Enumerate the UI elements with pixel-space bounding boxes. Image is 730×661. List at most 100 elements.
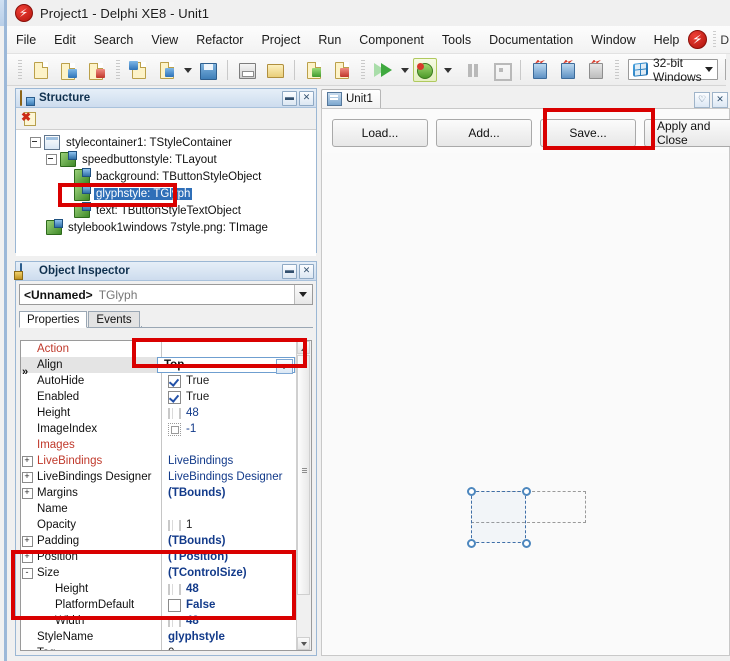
add-to-project-icon[interactable] [302,58,326,82]
property-value[interactable]: True [162,390,297,404]
apply-and-close-button[interactable]: Apply and Close [644,119,730,147]
menu-item-project[interactable]: Project [252,29,309,51]
property-grid[interactable]: Action » Align Top AutoHide True Enabled… [20,340,312,651]
property-row-size[interactable]: - Size (TControlSize) [21,565,297,581]
tree-node-background[interactable]: background: TButtonStyleObject [16,168,316,185]
property-row-margins[interactable]: + Margins (TBounds) [21,485,297,501]
property-row-align[interactable]: » Align Top [21,357,297,378]
menu-item-file[interactable]: File [7,29,45,51]
remove-from-project-icon[interactable] [330,58,354,82]
checkbox-icon[interactable] [168,390,181,404]
load-button[interactable]: Load... [332,119,428,147]
property-row-livebindings-designer[interactable]: + LiveBindings Designer LiveBindings Des… [21,469,297,485]
run-dropdown-caret-icon[interactable] [399,59,410,81]
menu-item-help[interactable]: Help [645,29,689,51]
property-row-opacity[interactable]: Opacity 1 [21,517,297,533]
property-row-enabled[interactable]: Enabled True [21,389,297,405]
menu-item-documentation[interactable]: Documentation [480,29,582,51]
property-value[interactable]: (TBounds) [162,535,297,547]
property-row-position[interactable]: + Position (TPosition) [21,549,297,565]
open-icon[interactable] [155,58,179,82]
close-button[interactable]: ✕ [299,263,314,279]
property-value[interactable]: 48 [162,583,297,595]
delete-node-icon[interactable]: ✖ [21,111,36,126]
property-row-images[interactable]: Images [21,437,297,453]
property-row-padding[interactable]: + Padding (TBounds) [21,533,297,549]
tree-expander-icon[interactable] [46,154,57,165]
column-divider[interactable] [161,501,162,517]
toolbar-grip[interactable] [361,59,365,80]
run-to-cursor-icon[interactable] [584,58,608,82]
menu-item-edit[interactable]: Edit [45,29,85,51]
resize-handle-top-left[interactable] [467,487,476,496]
step-over-icon[interactable] [556,58,580,82]
property-row-tag[interactable]: Tag 0 [21,645,297,650]
run-mode-dropdown-icon[interactable] [441,58,457,82]
toolbar-grip[interactable] [116,59,120,80]
resize-handle-top-right[interactable] [522,487,531,496]
close-button[interactable]: ✕ [299,90,314,106]
property-value[interactable]: 0 [162,647,297,650]
property-row-livebindings[interactable]: + LiveBindings LiveBindings [21,453,297,469]
property-value[interactable]: True [162,374,297,388]
embarcadero-logo-icon[interactable] [688,30,708,49]
checkbox-icon[interactable] [168,374,181,388]
pin-button[interactable]: ▬ [282,263,297,279]
run-icon[interactable] [372,58,396,82]
menu-item-window[interactable]: Window [582,29,644,51]
menu-item-tools[interactable]: Tools [433,29,480,51]
tree-node-stylebook-image[interactable]: stylebook1windows 7style.png: TImage [16,219,316,236]
property-row-autohide[interactable]: AutoHide True [21,373,297,389]
save-all-icon[interactable] [235,58,259,82]
new-item-icon[interactable] [127,58,151,82]
tree-expander-icon[interactable] [30,137,41,148]
style-design-canvas[interactable] [323,153,728,654]
property-value[interactable]: (TBounds) [162,487,297,499]
tab-properties[interactable]: Properties [19,311,88,328]
add-button[interactable]: Add... [436,119,532,147]
property-value[interactable]: LiveBindings Designer [162,471,297,483]
property-value[interactable]: glyphstyle [162,631,297,643]
property-row-height[interactable]: Height 48 [21,405,297,421]
scroll-down-button[interactable] [297,637,310,650]
expand-icon[interactable]: + [21,472,33,483]
object-selector-combo[interactable]: <Unnamed> TGlyph [19,284,313,305]
property-grid-scrollbar[interactable] [296,341,311,650]
menu-item-refactor[interactable]: Refactor [187,29,252,51]
property-value[interactable]: -1 [162,422,297,436]
scrollbar-thumb[interactable] [297,355,310,595]
column-divider[interactable] [161,341,162,357]
property-value[interactable]: (TControlSize) [162,567,297,579]
favorite-button[interactable]: ♡ [694,92,710,108]
property-row-size-height[interactable]: Height 48 [21,581,297,597]
expand-icon[interactable]: + [21,488,33,499]
open-dropdown-caret-icon[interactable] [182,59,193,81]
close-designer-button[interactable]: ✕ [712,92,728,108]
tree-node-speedbuttonstyle[interactable]: speedbuttonstyle: TLayout [16,151,316,168]
property-value[interactable]: 48 [162,407,297,419]
resize-handle-bottom-left[interactable] [467,539,476,548]
tree-node-text[interactable]: text: TButtonStyleTextObject [16,202,316,219]
property-value[interactable]: False [162,598,297,612]
selection-outline[interactable] [471,491,526,543]
property-row-size-platformdefault[interactable]: PlatformDefault False [21,597,297,613]
menu-item-component[interactable]: Component [350,29,433,51]
program-reset-icon[interactable] [489,58,513,82]
resize-handle-bottom-right[interactable] [522,539,531,548]
property-row-action[interactable]: Action [21,341,297,357]
pause-icon[interactable] [461,58,485,82]
expand-icon[interactable]: + [21,552,33,563]
pin-button[interactable]: ▬ [282,90,297,106]
checkbox-icon[interactable] [168,598,181,612]
save-project-as-icon[interactable] [85,58,109,82]
tab-events[interactable]: Events [88,311,140,327]
menu-item-view[interactable]: View [142,29,187,51]
menu-item-search[interactable]: Search [85,29,143,51]
run-without-debugging-icon[interactable] [413,57,437,82]
tree-node-stylecontainer1[interactable]: stylecontainer1: TStyleContainer [16,134,316,151]
property-row-stylename[interactable]: StyleName glyphstyle [21,629,297,645]
chevron-down-icon[interactable] [702,60,717,79]
toolbar-grip[interactable] [18,59,22,80]
scroll-up-button[interactable] [297,341,310,354]
tree-node-glyphstyle[interactable]: glyphstyle: TGlyph [16,185,316,202]
